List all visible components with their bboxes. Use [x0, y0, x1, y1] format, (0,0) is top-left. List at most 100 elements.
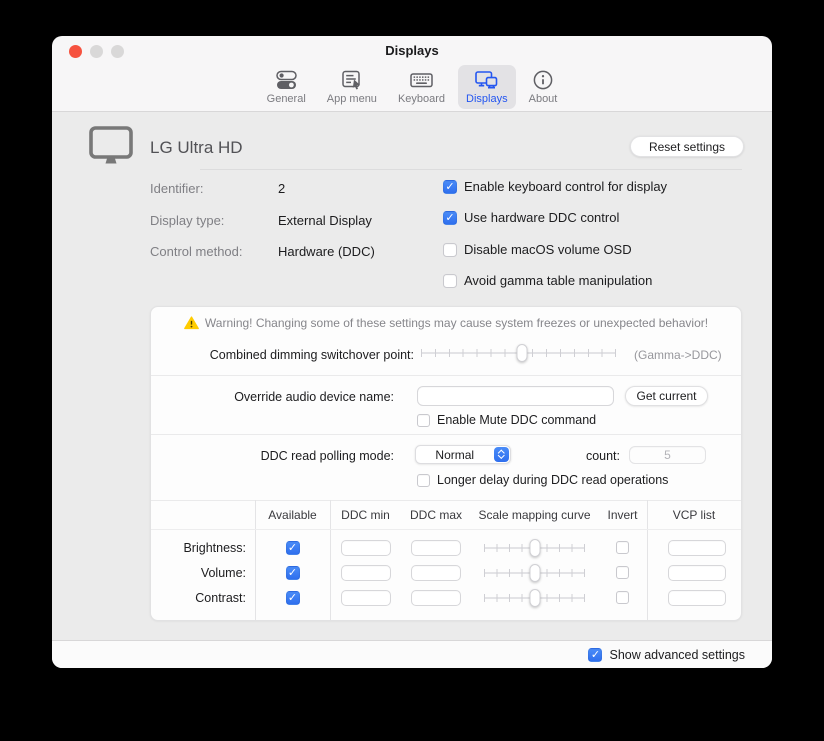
toolbar: General App menu: [52, 64, 772, 111]
brightness-invert-checkbox[interactable]: [616, 541, 629, 554]
titlebar: Displays: [52, 36, 772, 64]
info-row-identifier: Identifier: 2: [150, 181, 285, 196]
section-divider: [151, 375, 741, 376]
control-method-value: Hardware (DDC): [278, 244, 375, 259]
tab-general[interactable]: General: [259, 65, 314, 109]
option-avoid-gamma: Avoid gamma table manipulation: [443, 273, 652, 288]
display-type-value: External Display: [278, 213, 372, 228]
contrast-ddc-max-field[interactable]: [411, 590, 461, 606]
option-disable-osd: Disable macOS volume OSD: [443, 242, 632, 257]
dropdown-stepper-icon: [494, 447, 509, 462]
tab-keyboard-label: Keyboard: [398, 93, 445, 105]
audio-override-label: Override audio device name:: [151, 390, 394, 404]
disable-osd-label: Disable macOS volume OSD: [464, 242, 632, 257]
col-available: Available: [255, 500, 330, 529]
contrast-vcp-field[interactable]: [668, 590, 726, 606]
audio-name-input[interactable]: [417, 386, 614, 406]
table-header-divider: [151, 529, 741, 530]
volume-ddc-min-field[interactable]: [341, 565, 391, 581]
menu-cursor-icon: [340, 68, 363, 92]
col-invert: Invert: [598, 500, 647, 529]
avoid-gamma-checkbox[interactable]: [443, 274, 457, 288]
footer-bar: Show advanced settings: [52, 640, 772, 668]
show-advanced-checkbox[interactable]: [588, 648, 602, 662]
display-name-divider: [200, 169, 742, 170]
brightness-curve-slider[interactable]: [484, 539, 585, 557]
volume-available-checkbox[interactable]: [286, 566, 300, 580]
show-advanced-label: Show advanced settings: [609, 648, 745, 662]
section-divider: [151, 434, 741, 435]
monitor-icon: [88, 125, 134, 172]
tab-app-menu[interactable]: App menu: [319, 65, 385, 109]
contrast-curve-slider[interactable]: [484, 589, 585, 607]
identifier-label: Identifier:: [150, 181, 278, 196]
window-title: Displays: [52, 36, 772, 66]
info-row-control-method: Control method: Hardware (DDC): [150, 244, 375, 259]
keyboard-icon: [409, 68, 434, 92]
contrast-invert-checkbox[interactable]: [616, 591, 629, 604]
disable-osd-checkbox[interactable]: [443, 243, 457, 257]
volume-vcp-field[interactable]: [668, 565, 726, 581]
reset-settings-button[interactable]: Reset settings: [630, 136, 744, 157]
longer-delay-label: Longer delay during DDC read operations: [437, 473, 668, 487]
polling-mode-dropdown[interactable]: Normal: [415, 445, 511, 464]
minimize-button[interactable]: [90, 45, 103, 58]
zoom-button[interactable]: [111, 45, 124, 58]
contrast-ddc-min-field[interactable]: [341, 590, 391, 606]
get-current-button[interactable]: Get current: [625, 386, 708, 406]
volume-invert-checkbox[interactable]: [616, 566, 629, 579]
option-hardware-ddc: Use hardware DDC control: [443, 210, 619, 225]
mute-ddc-checkbox[interactable]: [417, 414, 430, 427]
count-field[interactable]: 5: [629, 446, 706, 464]
info-row-display-type: Display type: External Display: [150, 213, 372, 228]
tab-app-menu-label: App menu: [327, 93, 377, 105]
displays-icon: [474, 68, 499, 92]
volume-ddc-max-field[interactable]: [411, 565, 461, 581]
mute-ddc-label: Enable Mute DDC command: [437, 413, 596, 427]
hardware-ddc-label: Use hardware DDC control: [464, 210, 619, 225]
table-row-brightness: Brightness:: [151, 535, 741, 560]
tab-about-label: About: [529, 93, 558, 105]
mute-option-row: Enable Mute DDC command: [417, 413, 596, 427]
display-type-label: Display type:: [150, 213, 278, 228]
controls-table: Available DDC min DDC max Scale mapping …: [151, 500, 741, 621]
warning-icon: [184, 316, 199, 330]
col-ddc-min: DDC min: [330, 500, 401, 529]
brightness-ddc-min-field[interactable]: [341, 540, 391, 556]
table-row-volume: Volume:: [151, 560, 741, 585]
delay-option-row: Longer delay during DDC read operations: [417, 473, 668, 487]
toggles-icon: [275, 68, 298, 92]
col-vcp-list: VCP list: [647, 500, 741, 529]
brightness-available-checkbox[interactable]: [286, 541, 300, 555]
identifier-value: 2: [278, 181, 285, 196]
displays-settings-window: Displays General: [52, 36, 772, 668]
option-keyboard-control: Enable keyboard control for display: [443, 179, 667, 194]
tab-displays-label: Displays: [466, 93, 508, 105]
col-ddc-max: DDC max: [401, 500, 471, 529]
slider-thumb[interactable]: [517, 344, 528, 362]
hardware-ddc-checkbox[interactable]: [443, 211, 457, 225]
volume-label: Volume:: [151, 560, 255, 585]
warning-row: Warning! Changing some of these settings…: [151, 316, 741, 330]
tab-displays[interactable]: Displays: [458, 65, 516, 109]
advanced-settings-card: Warning! Changing some of these settings…: [150, 306, 742, 621]
info-icon: [532, 68, 554, 92]
col-scale-mapping-curve: Scale mapping curve: [471, 500, 598, 529]
brightness-ddc-max-field[interactable]: [411, 540, 461, 556]
volume-curve-slider[interactable]: [484, 564, 585, 582]
combined-dimming-slider[interactable]: [421, 344, 616, 362]
tab-about[interactable]: About: [521, 65, 566, 109]
tab-keyboard[interactable]: Keyboard: [390, 65, 453, 109]
keyboard-control-checkbox[interactable]: [443, 180, 457, 194]
combined-dimming-label: Combined dimming switchover point:: [151, 348, 414, 362]
longer-delay-checkbox[interactable]: [417, 474, 430, 487]
warning-text: Warning! Changing some of these settings…: [205, 316, 708, 330]
contrast-available-checkbox[interactable]: [286, 591, 300, 605]
polling-mode-value: Normal: [416, 448, 494, 462]
close-button[interactable]: [69, 45, 82, 58]
tab-general-label: General: [267, 93, 306, 105]
brightness-vcp-field[interactable]: [668, 540, 726, 556]
table-header-row: Available DDC min DDC max Scale mapping …: [151, 500, 741, 529]
ddc-polling-label: DDC read polling mode:: [151, 449, 394, 463]
contrast-label: Contrast:: [151, 585, 255, 610]
